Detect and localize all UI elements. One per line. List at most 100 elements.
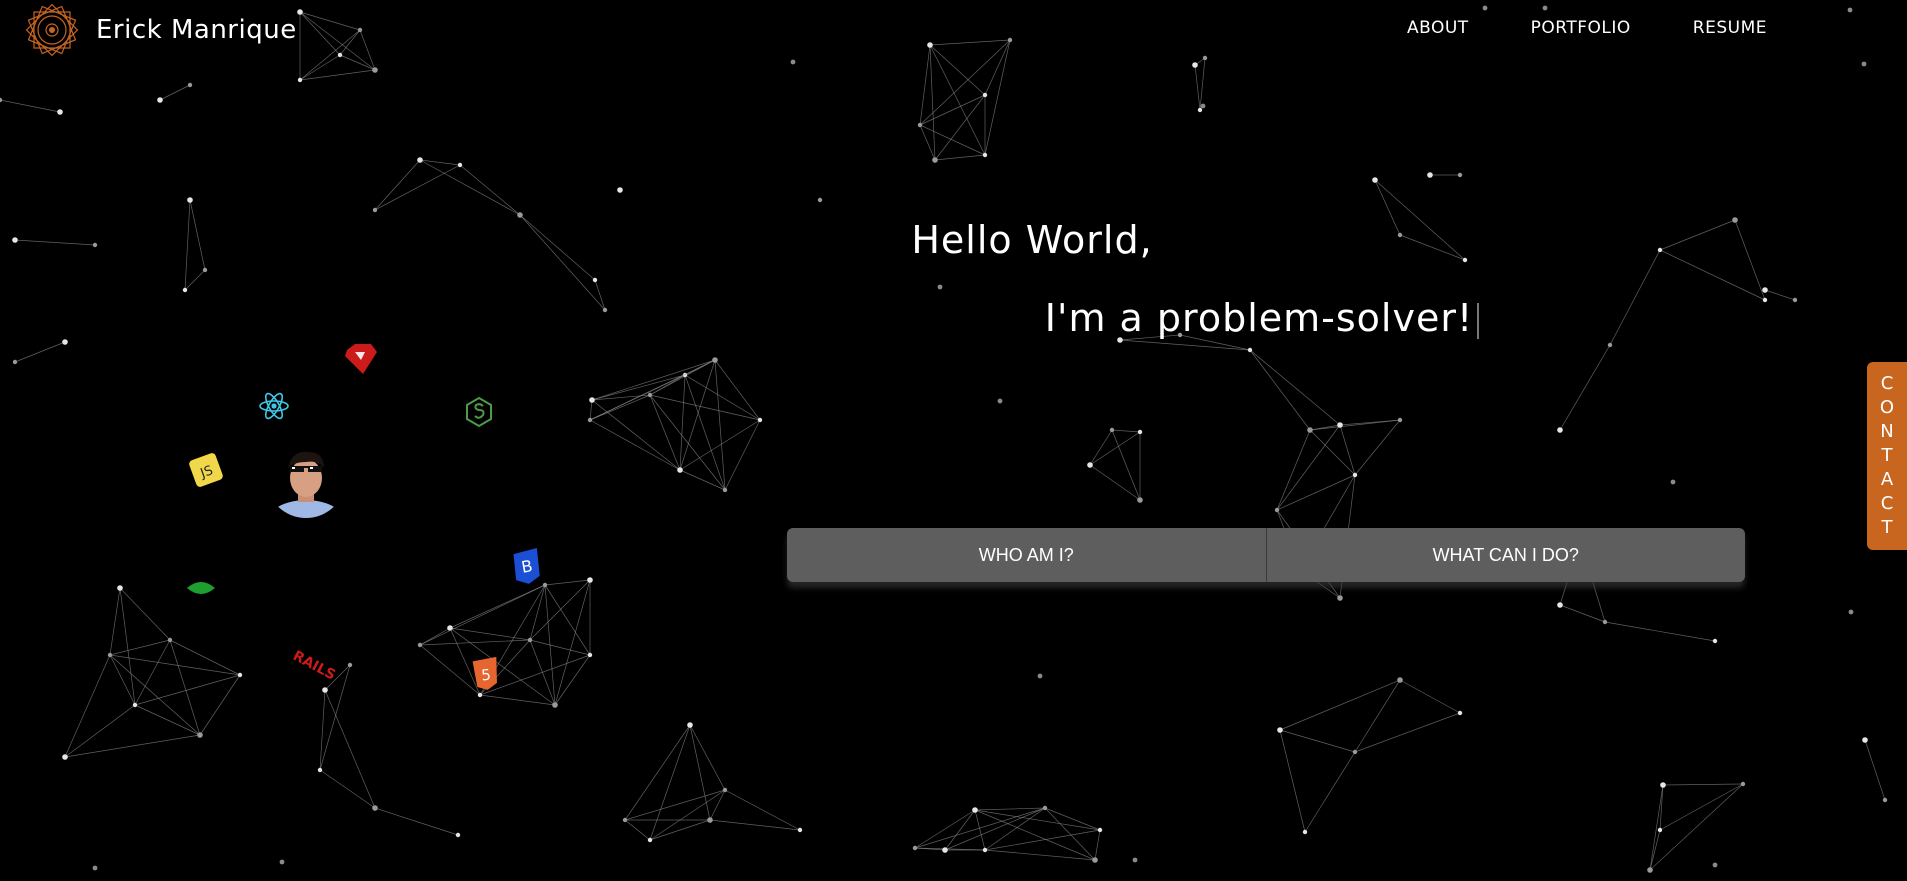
network-line xyxy=(1559,344,1611,431)
nav-resume[interactable]: RESUME xyxy=(1693,18,1767,38)
nav-about[interactable]: ABOUT xyxy=(1407,18,1469,38)
network-line xyxy=(679,469,726,491)
network-line xyxy=(724,419,761,491)
network-node xyxy=(1247,347,1253,353)
network-line xyxy=(1279,729,1356,753)
network-line xyxy=(919,44,931,126)
network-line xyxy=(689,724,711,821)
network-line xyxy=(1354,712,1461,753)
network-line xyxy=(419,159,521,216)
network-node xyxy=(517,212,523,218)
network-line xyxy=(299,11,376,71)
javascript-icon: JS xyxy=(189,453,223,487)
network-line xyxy=(594,279,606,311)
network-node xyxy=(1657,247,1663,253)
network-node xyxy=(297,9,303,15)
network-node xyxy=(372,67,378,73)
network-line xyxy=(944,807,1046,851)
contact-tab[interactable]: C O N T A C T xyxy=(1867,362,1907,550)
network-node xyxy=(167,637,173,643)
contact-letter: C xyxy=(1880,373,1894,394)
network-line xyxy=(974,809,1096,861)
network-line xyxy=(1309,419,1401,431)
network-line xyxy=(1604,621,1716,642)
network-node xyxy=(687,722,693,728)
nav-portfolio[interactable]: PORTFOLIO xyxy=(1531,18,1631,38)
network-line xyxy=(299,29,361,81)
network-line xyxy=(709,819,801,831)
network-line xyxy=(929,44,986,96)
network-line xyxy=(1199,57,1206,111)
contact-letter: C xyxy=(1880,493,1894,514)
network-node xyxy=(972,807,978,813)
network-line xyxy=(1659,784,1664,831)
network-node xyxy=(237,672,243,678)
network-line xyxy=(724,789,801,831)
network-line xyxy=(544,584,556,706)
network-node xyxy=(0,97,3,103)
network-line xyxy=(324,689,376,809)
network-node xyxy=(279,859,285,865)
network-line xyxy=(519,214,596,281)
network-node xyxy=(1762,297,1768,303)
network-node xyxy=(1200,103,1206,109)
network-line xyxy=(1354,419,1401,476)
network-line xyxy=(919,124,936,161)
brand-logo-link[interactable]: Erick Manrique xyxy=(20,0,297,60)
network-node xyxy=(622,817,628,823)
network-node xyxy=(477,692,483,698)
network-node xyxy=(722,487,728,493)
network-line xyxy=(1111,429,1141,433)
nodejs-icon xyxy=(466,396,492,428)
network-node xyxy=(1712,862,1718,868)
network-node xyxy=(602,307,608,313)
network-line xyxy=(134,639,171,706)
network-line xyxy=(929,44,986,156)
network-line xyxy=(299,11,341,56)
network-line xyxy=(689,724,726,791)
network-line xyxy=(554,654,591,706)
network-node xyxy=(1397,232,1403,238)
contact-letter: N xyxy=(1880,421,1894,442)
network-node xyxy=(1847,7,1853,13)
network-node xyxy=(982,152,988,158)
network-node xyxy=(1037,673,1043,679)
network-node xyxy=(707,817,713,823)
network-node xyxy=(337,52,343,58)
network-node xyxy=(1137,497,1143,503)
network-node xyxy=(1792,297,1798,303)
network-node xyxy=(297,77,303,83)
network-line xyxy=(1249,349,1341,426)
network-line xyxy=(459,164,521,216)
network-node xyxy=(527,637,533,643)
network-line xyxy=(14,341,66,363)
network-node xyxy=(722,787,728,793)
network-line xyxy=(624,724,691,821)
who-am-i-button[interactable]: WHO AM I? xyxy=(787,528,1266,582)
network-node xyxy=(712,357,718,363)
network-line xyxy=(919,94,986,126)
network-node xyxy=(927,42,933,48)
network-line xyxy=(1764,289,1796,301)
network-node xyxy=(372,805,378,811)
hero-tagline-wrapper: I'm a problem-solver! xyxy=(962,296,1562,340)
network-node xyxy=(1862,737,1868,743)
what-can-i-do-button[interactable]: WHAT CAN I DO? xyxy=(1265,528,1746,582)
network-line xyxy=(449,627,531,641)
network-node xyxy=(1660,782,1666,788)
network-line xyxy=(14,239,96,246)
network-line xyxy=(1649,783,1744,871)
network-line xyxy=(624,819,651,841)
network-line xyxy=(419,159,461,166)
network-line xyxy=(374,159,421,211)
network-line xyxy=(134,674,241,706)
network-line xyxy=(929,39,1011,46)
network-line xyxy=(419,627,451,646)
network-line xyxy=(709,789,726,821)
network-node xyxy=(1732,217,1738,223)
network-node xyxy=(1274,507,1280,513)
network-node xyxy=(1457,172,1463,178)
svg-text:RAILS: RAILS xyxy=(290,648,338,684)
network-line xyxy=(649,789,726,841)
network-node xyxy=(92,242,98,248)
